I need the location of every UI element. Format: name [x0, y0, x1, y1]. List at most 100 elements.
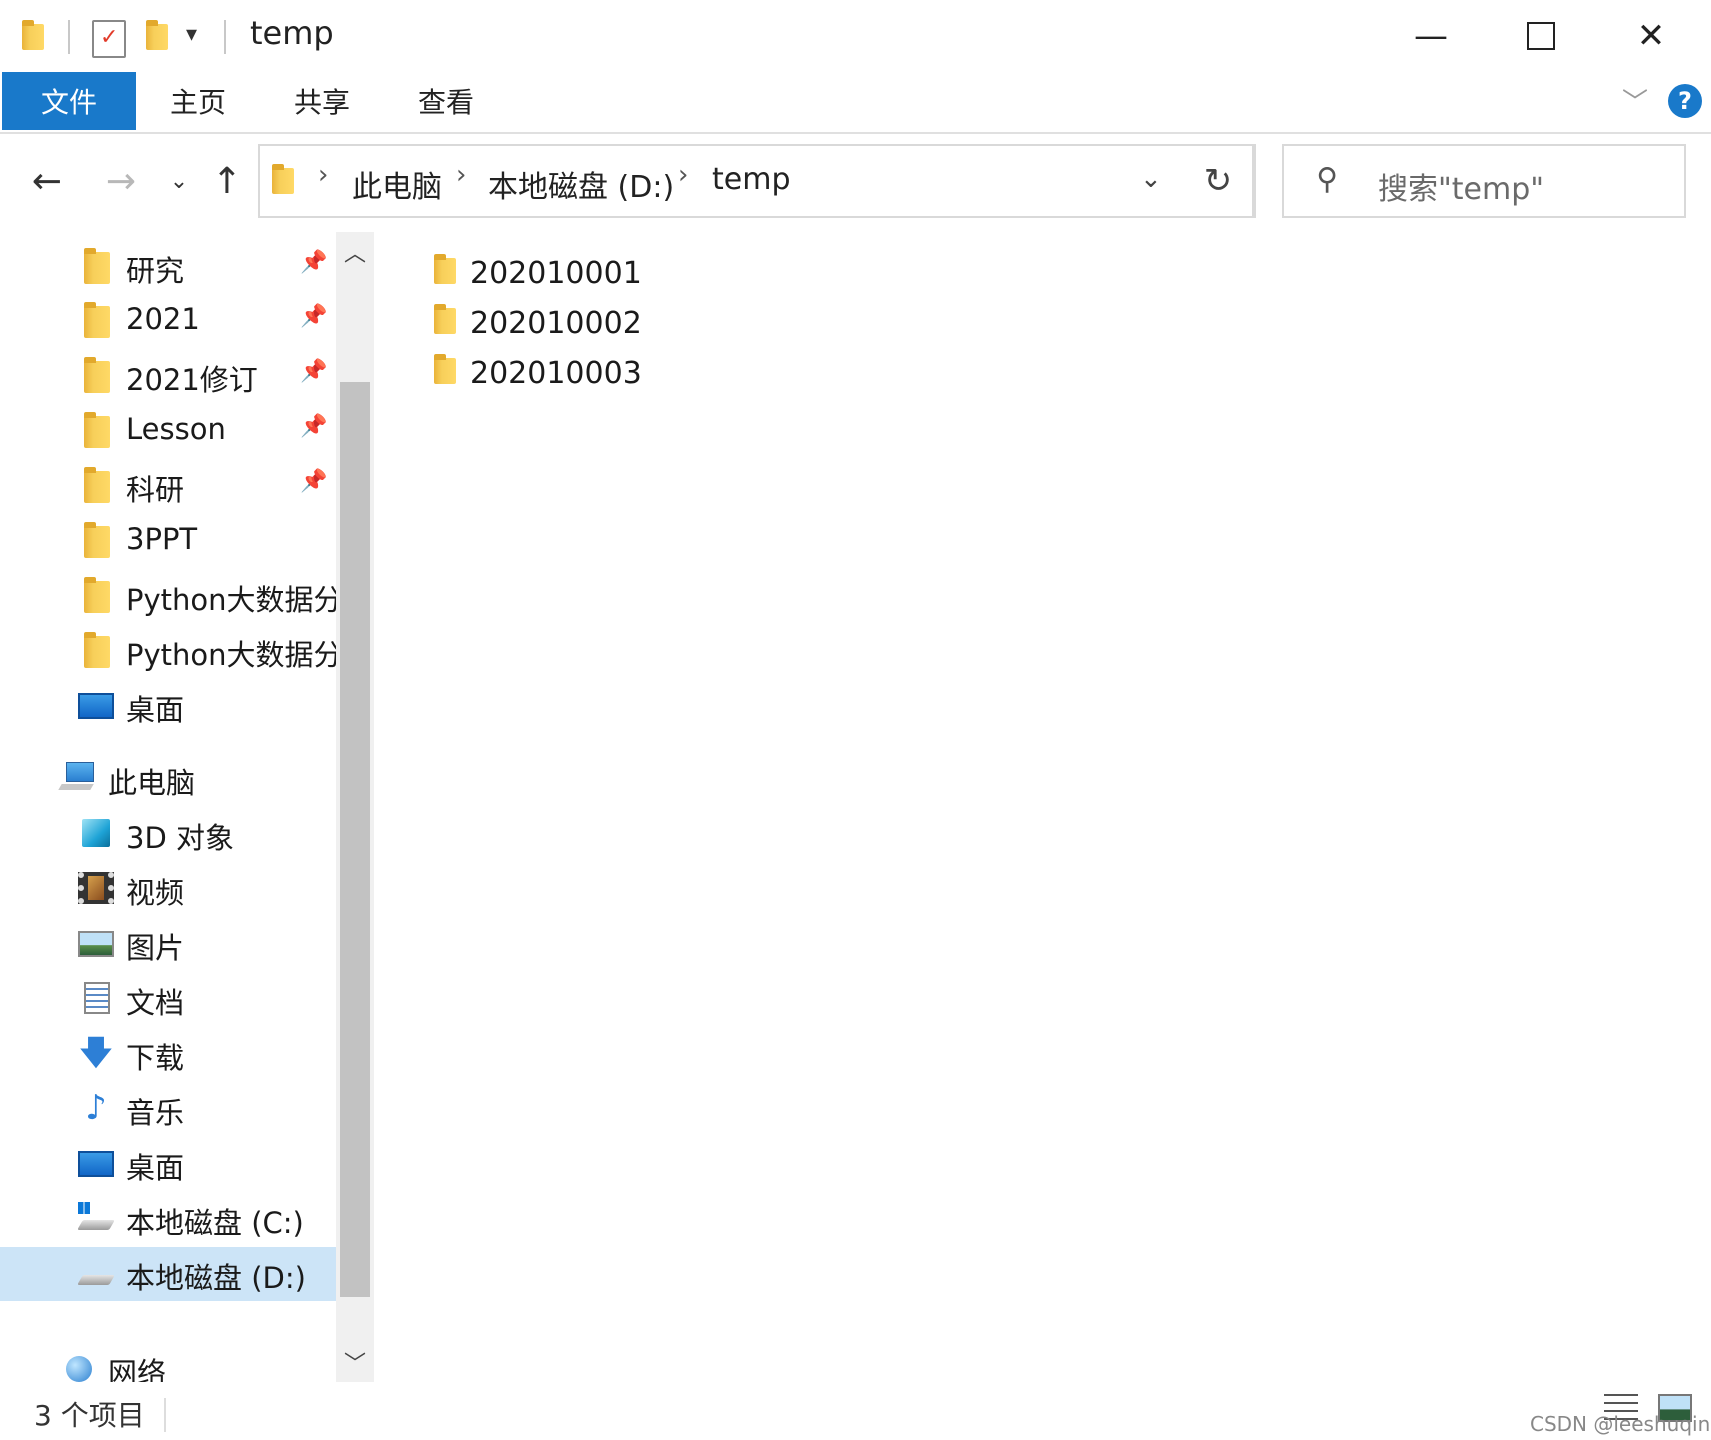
sidebar-item-label: 2021修订 [126, 363, 258, 397]
sidebar-item-label: 2021 [126, 302, 200, 336]
desktop-icon [78, 1151, 114, 1177]
sidebar-item-label: 本地磁盘 (D:) [126, 1261, 306, 1295]
folder-icon [84, 632, 110, 668]
sidebar-item-pictures[interactable]: 图片 [0, 917, 336, 971]
list-item[interactable]: 202010003 [428, 350, 728, 398]
forward-icon[interactable]: → [98, 158, 144, 204]
recent-locations-icon[interactable]: ⌄ [156, 158, 202, 204]
file-name: 202010001 [470, 256, 642, 291]
drive-icon [77, 1257, 115, 1289]
new-folder-icon[interactable] [146, 20, 168, 50]
minimize-button[interactable]: — [1376, 0, 1486, 72]
item-count: 3 个项目 [34, 1399, 145, 1432]
system-drive-icon [77, 1202, 115, 1234]
separator [164, 1398, 166, 1432]
maximize-icon [1527, 22, 1555, 50]
sidebar-item-desktop-quick[interactable]: 桌面 [0, 679, 336, 733]
sidebar-item-keyan[interactable]: 科研 📌 [0, 459, 336, 513]
music-icon: ♪ [85, 1088, 107, 1128]
scroll-thumb[interactable] [340, 382, 370, 1297]
pin-icon: 📌 [300, 304, 328, 329]
maximize-button[interactable] [1486, 0, 1596, 72]
sidebar-item-this-pc[interactable]: 此电脑 [0, 752, 336, 806]
file-name: 202010002 [470, 306, 642, 341]
address-bar[interactable]: › 此电脑 › 本地磁盘 (D:) › temp ⌄ [258, 144, 1254, 218]
chevron-right-icon[interactable]: › [318, 160, 328, 190]
address-dropdown-icon[interactable]: ⌄ [1140, 164, 1162, 194]
sidebar-item-drive-d[interactable]: 本地磁盘 (D:) [0, 1247, 336, 1301]
sidebar-item-label: Python大数据分 [126, 583, 336, 617]
sidebar-item-label: 3PPT [126, 522, 198, 556]
sidebar-item-2021[interactable]: 2021 📌 [0, 294, 336, 348]
sidebar-item-label: 音乐 [126, 1096, 185, 1130]
close-icon: ✕ [1636, 16, 1666, 56]
sidebar-item-python-1[interactable]: Python大数据分 [0, 569, 336, 623]
tab-view[interactable]: 查看 [396, 72, 496, 130]
sidebar-item-lesson[interactable]: Lesson 📌 [0, 404, 336, 458]
sidebar-item-downloads[interactable]: 🡇 下载 [0, 1027, 336, 1081]
tab-share[interactable]: 共享 [272, 72, 372, 130]
title-bar: ✓ ▾ temp — ✕ [0, 0, 1711, 72]
documents-icon [84, 982, 110, 1014]
breadcrumb-this-pc[interactable]: 此电脑 [352, 162, 442, 206]
tab-home[interactable]: 主页 [148, 72, 248, 130]
folder-icon [272, 164, 294, 194]
list-item[interactable]: 202010001 [428, 250, 728, 298]
sidebar-item-label: 科研 [126, 473, 185, 507]
expand-ribbon-icon[interactable]: ﹀ [1622, 82, 1648, 119]
folder-icon [84, 522, 110, 558]
computer-icon [58, 762, 96, 794]
scroll-up-icon[interactable]: ︿ [336, 232, 374, 272]
help-icon[interactable]: ? [1668, 84, 1702, 118]
refresh-icon: ↻ [1203, 161, 1233, 201]
properties-icon[interactable]: ✓ [92, 20, 126, 58]
sidebar-item-label: 网络 [108, 1356, 167, 1382]
folder-icon [84, 577, 110, 613]
search-placeholder: 搜索"temp" [1378, 172, 1545, 207]
video-icon [78, 872, 114, 904]
folder-icon [84, 467, 110, 503]
sidebar-item-network[interactable]: 网络 [0, 1342, 336, 1382]
status-bar: 3 个项目 CSDN @leeshuqing [0, 1390, 1711, 1440]
sidebar-item-music[interactable]: ♪ 音乐 [0, 1082, 336, 1136]
breadcrumb-drive-d[interactable]: 本地磁盘 (D:) [488, 162, 674, 206]
refresh-button[interactable]: ↻ [1182, 144, 1256, 218]
sidebar-item-desktop[interactable]: 桌面 [0, 1137, 336, 1191]
list-item[interactable]: 202010002 [428, 300, 728, 348]
chevron-right-icon[interactable]: › [678, 160, 688, 190]
search-input[interactable]: ⚲ 搜索"temp" [1282, 144, 1686, 218]
sidebar-item-videos[interactable]: 视频 [0, 862, 336, 916]
sidebar-item-yanjiu[interactable]: 研究 📌 [0, 240, 336, 294]
up-icon[interactable]: ↑ [204, 158, 250, 204]
navigation-bar: ← → ⌄ ↑ › 此电脑 › 本地磁盘 (D:) › temp ⌄ ↻ ⚲ 搜… [0, 134, 1711, 230]
folder-icon [84, 357, 110, 393]
sidebar-scrollbar[interactable]: ︿ ﹀ [336, 232, 374, 1382]
sidebar-item-label: 桌面 [126, 1151, 185, 1185]
sidebar-item-drive-c[interactable]: 本地磁盘 (C:) [0, 1192, 336, 1246]
minimize-icon: — [1414, 16, 1448, 56]
close-button[interactable]: ✕ [1596, 0, 1706, 72]
pin-icon: 📌 [300, 359, 328, 384]
sidebar-item-3d-objects[interactable]: 3D 对象 [0, 807, 336, 861]
customize-quick-access-icon[interactable]: ▾ [186, 22, 197, 47]
pin-icon: 📌 [300, 469, 328, 494]
scroll-down-icon[interactable]: ﹀ [336, 1342, 374, 1382]
desktop-icon [78, 693, 114, 719]
search-icon: ⚲ [1316, 162, 1338, 197]
breadcrumb-temp[interactable]: temp [712, 162, 791, 197]
file-list: 202010001 202010002 202010003 [374, 232, 1711, 1382]
window-title: temp [250, 14, 334, 52]
sidebar-item-label: 图片 [126, 931, 185, 965]
sidebar-item-2021-revision[interactable]: 2021修订 📌 [0, 349, 336, 403]
sidebar-item-label: 本地磁盘 (C:) [126, 1206, 304, 1240]
sidebar-item-label: 桌面 [126, 693, 185, 727]
tab-file[interactable]: 文件 [2, 72, 136, 130]
back-icon[interactable]: ← [24, 158, 70, 204]
sidebar-item-label: 视频 [126, 876, 185, 910]
sidebar-item-documents[interactable]: 文档 [0, 972, 336, 1026]
chevron-right-icon[interactable]: › [456, 160, 466, 190]
sidebar-item-label: 3D 对象 [126, 821, 234, 855]
sidebar-item-python-2[interactable]: Python大数据分 [0, 624, 336, 678]
separator [224, 20, 226, 54]
sidebar-item-3ppt[interactable]: 3PPT [0, 514, 336, 568]
